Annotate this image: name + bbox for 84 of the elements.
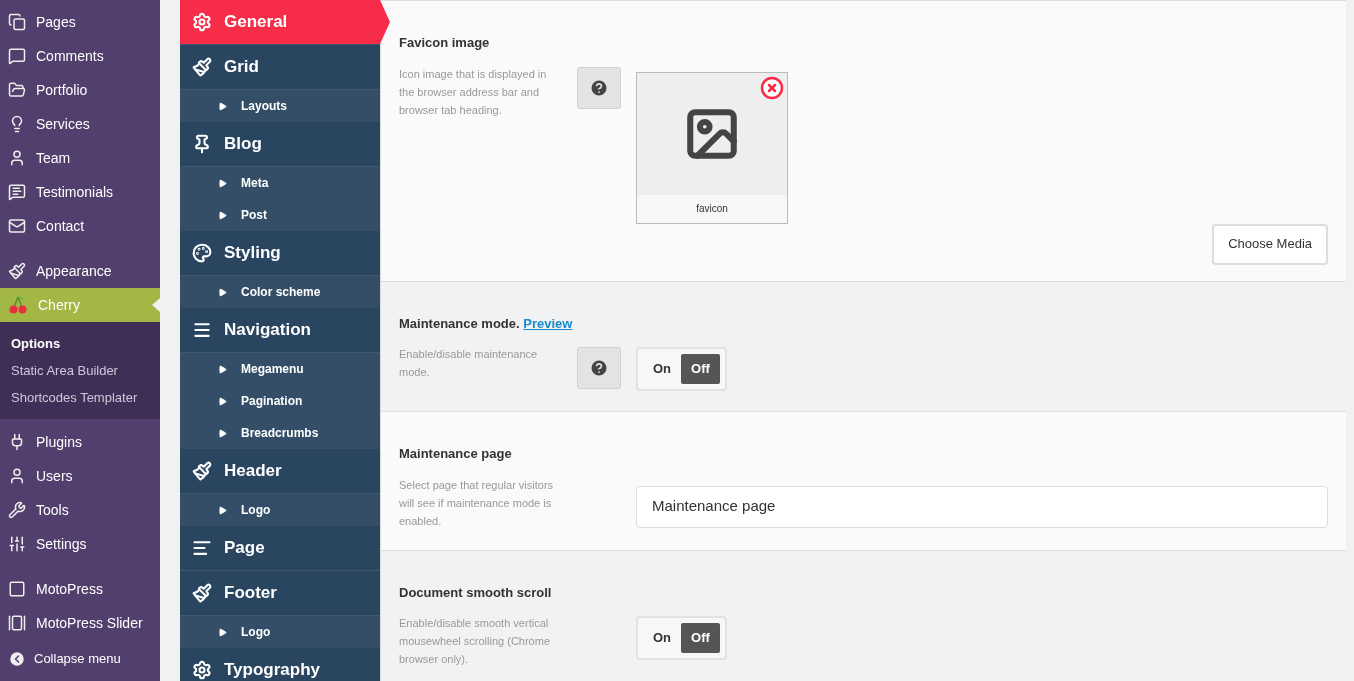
options-section-tab[interactable]: Typography [180,648,380,681]
lines-icon [192,538,212,558]
admin-submenu-item[interactable]: Shortcodes Templater [0,384,160,411]
admin-menu-item[interactable]: MotoPress Slider [0,606,160,640]
palette-icon [192,243,212,263]
wrench-icon [8,501,26,519]
options-subsection-link[interactable]: Post [180,199,380,231]
triangle-icon [218,364,227,374]
options-subsection-link[interactable]: Layouts [180,90,380,122]
admin-menu-item[interactable]: Settings [0,527,160,561]
setting-description: Enable/disable maintenance mode. [399,347,539,380]
paintbrush-icon [8,262,26,280]
setting-description: Icon image that is displayed in the browser address bar and browser tab heading. [399,66,548,118]
triangle-icon [218,428,227,438]
options-subsection-link[interactable]: Logo [180,616,380,648]
question-icon [589,358,609,378]
options-subsection-link[interactable]: Meta [180,167,380,199]
paintbrush-icon [192,583,212,603]
setting-title: Favicon image [399,34,491,52]
triangle-icon [218,396,227,406]
person-icon [8,149,26,167]
admin-menu-item[interactable]: Appearance [0,254,160,288]
remove-icon[interactable] [760,75,784,100]
gear-icon [192,660,212,680]
switch-option[interactable]: On [643,623,682,653]
setting-title: Maintenance mode. Preview [399,314,574,333]
file-name: favicon [637,194,787,223]
choose-media-button[interactable]: Choose Media [1212,223,1328,265]
envelope-icon [8,217,26,235]
admin-menu-item[interactable]: Pages [0,5,160,39]
setting-description: Select page that regular visitors will see if maintenance mode is enabled. [399,477,555,529]
menu-icon [192,320,212,340]
triangle-icon [218,210,227,220]
setting-description: Enable/disable smooth vertical mousewheel scrolling (Chrome browser only). [399,616,551,667]
admin-menu-item[interactable]: MotoPress [0,572,160,606]
sliders-icon [8,535,26,553]
collapse-icon [8,650,26,668]
switch-option[interactable]: Off [681,623,720,653]
admin-menu-item[interactable]: Comments [0,39,160,73]
options-subsection-link[interactable]: Breadcrumbs [180,417,380,449]
admin-menu-item[interactable]: Team [0,141,160,175]
triangle-icon [218,101,227,111]
admin-menu-item[interactable]: Services [0,107,160,141]
switch-option[interactable]: On [643,354,682,384]
options-subsection-link[interactable]: Color scheme [180,276,380,308]
admin-menu-item[interactable]: Users [0,459,160,493]
admin-submenu-item[interactable]: Options [0,330,160,357]
setting-title: Document smooth scroll [399,583,553,602]
help-button[interactable] [577,66,621,109]
folder-icon [8,81,26,99]
options-subsection-link[interactable]: Pagination [180,385,380,417]
admin-menu-item[interactable]: Tools [0,493,160,527]
triangle-icon [218,627,227,637]
help-button[interactable] [577,347,621,389]
triangle-icon [218,287,227,297]
current-pointer-icon [152,298,160,312]
comments-icon [8,183,26,201]
setting-title: Maintenance page [399,445,513,463]
person-icon [8,467,26,485]
select-field[interactable]: Maintenance page [636,485,1328,528]
admin-menu-item[interactable]: Contact [0,209,160,243]
admin-menu-item[interactable]: Plugins [0,425,160,459]
pages-icon [8,13,26,31]
admin-menu-item[interactable]: Portfolio [0,73,160,107]
square-icon [8,580,26,598]
options-subsection-link[interactable]: Logo [180,494,380,526]
gear-icon [192,12,212,32]
slider-icon [8,614,26,632]
question-icon [589,77,609,98]
paintbrush-icon [192,57,212,77]
on-off-switch[interactable]: On Off [636,347,727,391]
on-off-switch[interactable]: On Off [636,616,727,660]
pin-icon [192,134,212,154]
collapse-menu-button[interactable]: Collapse menu [0,642,160,676]
switch-option[interactable]: Off [681,354,720,384]
comment-icon [8,47,26,65]
triangle-icon [218,178,227,188]
admin-menu-item[interactable]: Testimonials [0,175,160,209]
options-subsection-link[interactable]: Megamenu [180,353,380,385]
paintbrush-icon [192,461,212,481]
triangle-icon [218,505,227,515]
admin-submenu-item[interactable]: Static Area Builder [0,357,160,384]
options-section-tab[interactable]: Page [180,526,380,571]
cherries-icon [8,295,28,315]
